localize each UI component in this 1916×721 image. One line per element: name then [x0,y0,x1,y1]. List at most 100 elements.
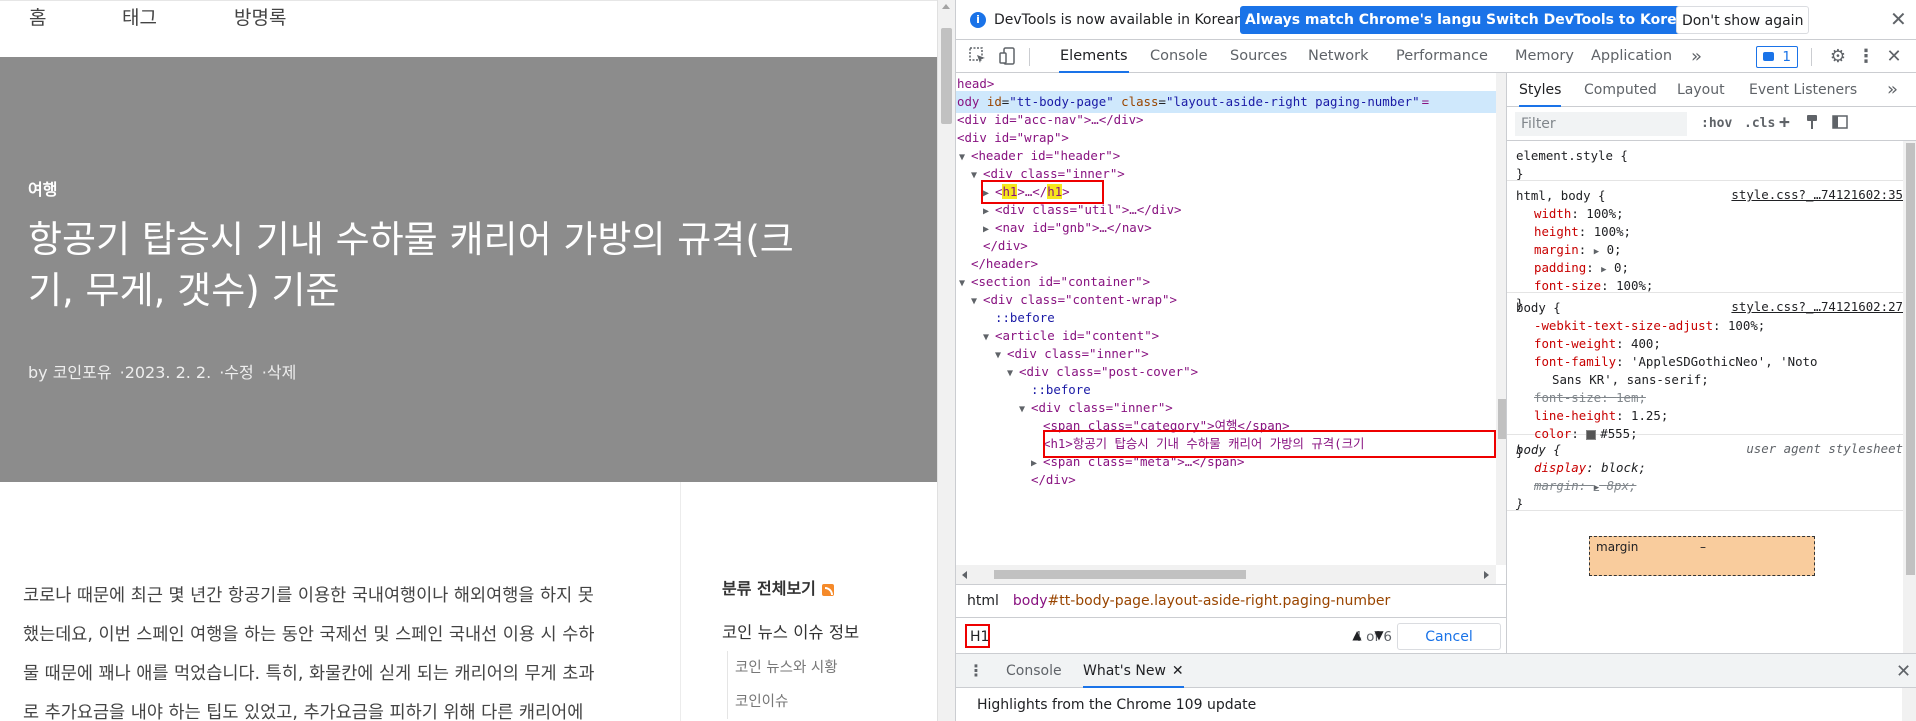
post-delete-link[interactable]: 삭제 [267,363,296,382]
nav-guestbook[interactable]: 방명록 [234,3,286,30]
search-cancel-button[interactable]: Cancel [1397,623,1501,650]
tab-network[interactable]: Network [1307,40,1370,73]
dom-tree-vertical-scrollbar-thumb[interactable] [1498,399,1506,439]
css-property: padding [1534,260,1587,275]
class-toggle[interactable]: .cls [1744,116,1775,131]
css-declaration[interactable]: font-weight: 400; [1516,335,1903,353]
css-value: block; [1601,460,1646,475]
post-edit-link[interactable]: 수정 [224,363,253,382]
scroll-up-arrow-icon[interactable] [942,4,950,9]
dom-tag: ody [957,94,980,109]
css-declaration[interactable]: line-height: 1.25; [1516,407,1903,425]
rule-source-link[interactable]: style.css?_…74121602:27 [1731,299,1903,314]
style-rule-body[interactable]: body { style.css?_…74121602:27 -webkit-t… [1507,293,1903,459]
post-title-line1: 항공기 탑승시 기내 수하물 캐리어 가방의 규격(크 [28,218,794,261]
tab-elements[interactable]: Elements [1059,40,1129,73]
drawer-menu-icon[interactable]: ⋮ [968,661,984,680]
infobar-close-icon[interactable]: ✕ [1890,8,1907,30]
post-author[interactable]: by 코인포유 [28,363,112,382]
dont-show-again-button[interactable]: Don't show again [1676,6,1810,34]
css-value: 0; [1606,242,1622,257]
nav-home[interactable]: 홈 [29,3,46,30]
dom-tree-horizontal-scrollbar-thumb[interactable] [994,570,1246,579]
annotation-highlight-box [965,624,990,648]
dom-search-input[interactable] [966,626,1326,648]
style-rules-list: element.style { } html, body { style.css… [1507,141,1903,653]
scroll-right-arrow-icon[interactable] [1484,571,1489,579]
css-declaration[interactable]: padding: ▶ 0; [1516,259,1903,277]
styles-vertical-scrollbar[interactable] [1903,141,1916,653]
dom-tree-horizontal-scrollbar[interactable] [956,565,1496,584]
breadcrumb-body[interactable]: body#tt-body-page.layout-aside-right.pag… [1013,593,1390,609]
style-rule-html-body[interactable]: html, body { style.css?_…74121602:35 wid… [1507,181,1903,311]
paint-brush-icon[interactable] [1804,114,1820,134]
css-declaration[interactable]: margin: ▶ 0; [1516,241,1903,259]
tab-styles[interactable]: Styles [1519,73,1562,107]
css-value: 1.25; [1630,408,1669,423]
css-declaration-overridden[interactable]: font-size: 1em; [1516,389,1903,407]
blog-nav: 홈 태그 방명록 [0,1,937,57]
sidebar-category-group[interactable]: 코인 뉴스 이슈 정보 [722,619,859,643]
tab-sources[interactable]: Sources [1229,40,1288,73]
scroll-left-arrow-icon[interactable] [962,571,967,579]
sidebar-subcategory[interactable]: 코인 뉴스와 시황 [735,651,838,685]
drawer-tab-whats-new[interactable]: What's New ✕ [1083,654,1184,688]
expand-shorthand-icon[interactable]: ▶ [1594,247,1599,257]
drawer-tab-console[interactable]: Console [1006,654,1062,688]
more-tabs-icon[interactable]: » [1887,73,1898,107]
search-next-button[interactable]: ▼ [1368,625,1390,647]
switch-to-korean-button[interactable]: Switch DevTools to Korean [1481,6,1702,34]
rule-source-user-agent: user agent stylesheet [1746,441,1903,456]
css-property: margin [1534,478,1579,493]
dom-node-text: </div> [1031,472,1076,487]
style-rule-element[interactable]: element.style { } [1507,141,1903,181]
dom-node[interactable]: </div> [956,469,1496,491]
dom-attr: id [986,94,1002,109]
more-tabs-icon[interactable]: » [1690,40,1703,73]
css-declaration[interactable]: -webkit-text-size-adjust: 100%; [1516,317,1903,335]
rss-icon[interactable] [821,583,834,596]
always-match-language-button[interactable]: Always match Chrome's language [1240,6,1516,34]
drawer-tab-close-icon[interactable]: ✕ [1172,663,1184,679]
close-drawer-icon[interactable]: ✕ [1896,661,1911,682]
css-declaration[interactable]: font-family: 'AppleSDGothicNeo', 'Noto [1516,353,1903,371]
issues-badge[interactable]: 1 [1756,46,1798,68]
rule-source-link[interactable]: style.css?_…74121602:35 [1731,187,1903,202]
tab-computed[interactable]: Computed [1584,73,1657,107]
inspect-element-icon[interactable] [968,47,988,67]
tab-performance[interactable]: Performance [1395,40,1489,73]
close-devtools-icon[interactable]: ✕ [1884,47,1904,67]
styles-filter-input[interactable] [1515,112,1687,136]
css-declaration[interactable]: height: 100%; [1516,223,1903,241]
styles-vertical-scrollbar-thumb[interactable] [1906,143,1915,575]
tab-event-listeners[interactable]: Event Listeners [1749,73,1857,107]
dom-node-text: <div id="wrap"> [957,130,1069,145]
devtools-toolbar: Elements Console Sources Network Perform… [956,40,1916,73]
blog-page: 홈 태그 방명록 여행 항공기 탑승시 기내 수하물 캐리어 가방의 규격(크 … [0,0,937,721]
tab-memory[interactable]: Memory [1514,40,1575,73]
page-scrollbar-thumb[interactable] [941,28,952,124]
kebab-menu-icon[interactable]: ⋮ [1856,47,1876,67]
tab-application[interactable]: Application [1590,40,1673,73]
css-declaration[interactable]: width: 100%; [1516,205,1903,223]
hover-state-toggle[interactable]: :hov [1701,116,1732,131]
device-toolbar-icon[interactable] [998,47,1018,67]
box-model-margin[interactable]: margin – [1589,536,1815,576]
post-category[interactable]: 여행 [28,176,57,200]
style-rule-user-agent[interactable]: body { user agent stylesheet display: bl… [1507,435,1903,511]
new-style-rule-icon[interactable]: + [1779,112,1790,133]
sidebar-category-all[interactable]: 분류 전체보기 [722,575,834,599]
dom-attr-value: "layout-aside-right paging-number" [1165,94,1420,109]
sidebar-subcategory[interactable]: 코인이슈 [735,685,838,719]
tab-layout[interactable]: Layout [1677,73,1725,107]
dom-tree-vertical-scrollbar[interactable] [1496,73,1506,565]
tab-console[interactable]: Console [1149,40,1209,73]
nav-tags[interactable]: 태그 [122,3,157,30]
page-scrollbar[interactable] [937,0,955,721]
settings-gear-icon[interactable]: ⚙ [1828,47,1848,67]
drawer-scrollbar[interactable] [1902,688,1916,721]
search-prev-button[interactable]: ▲ [1346,625,1368,647]
toggle-sidebar-icon[interactable] [1832,114,1848,134]
expand-shorthand-icon[interactable]: ▶ [1601,265,1606,275]
breadcrumb-html[interactable]: html [967,593,999,609]
